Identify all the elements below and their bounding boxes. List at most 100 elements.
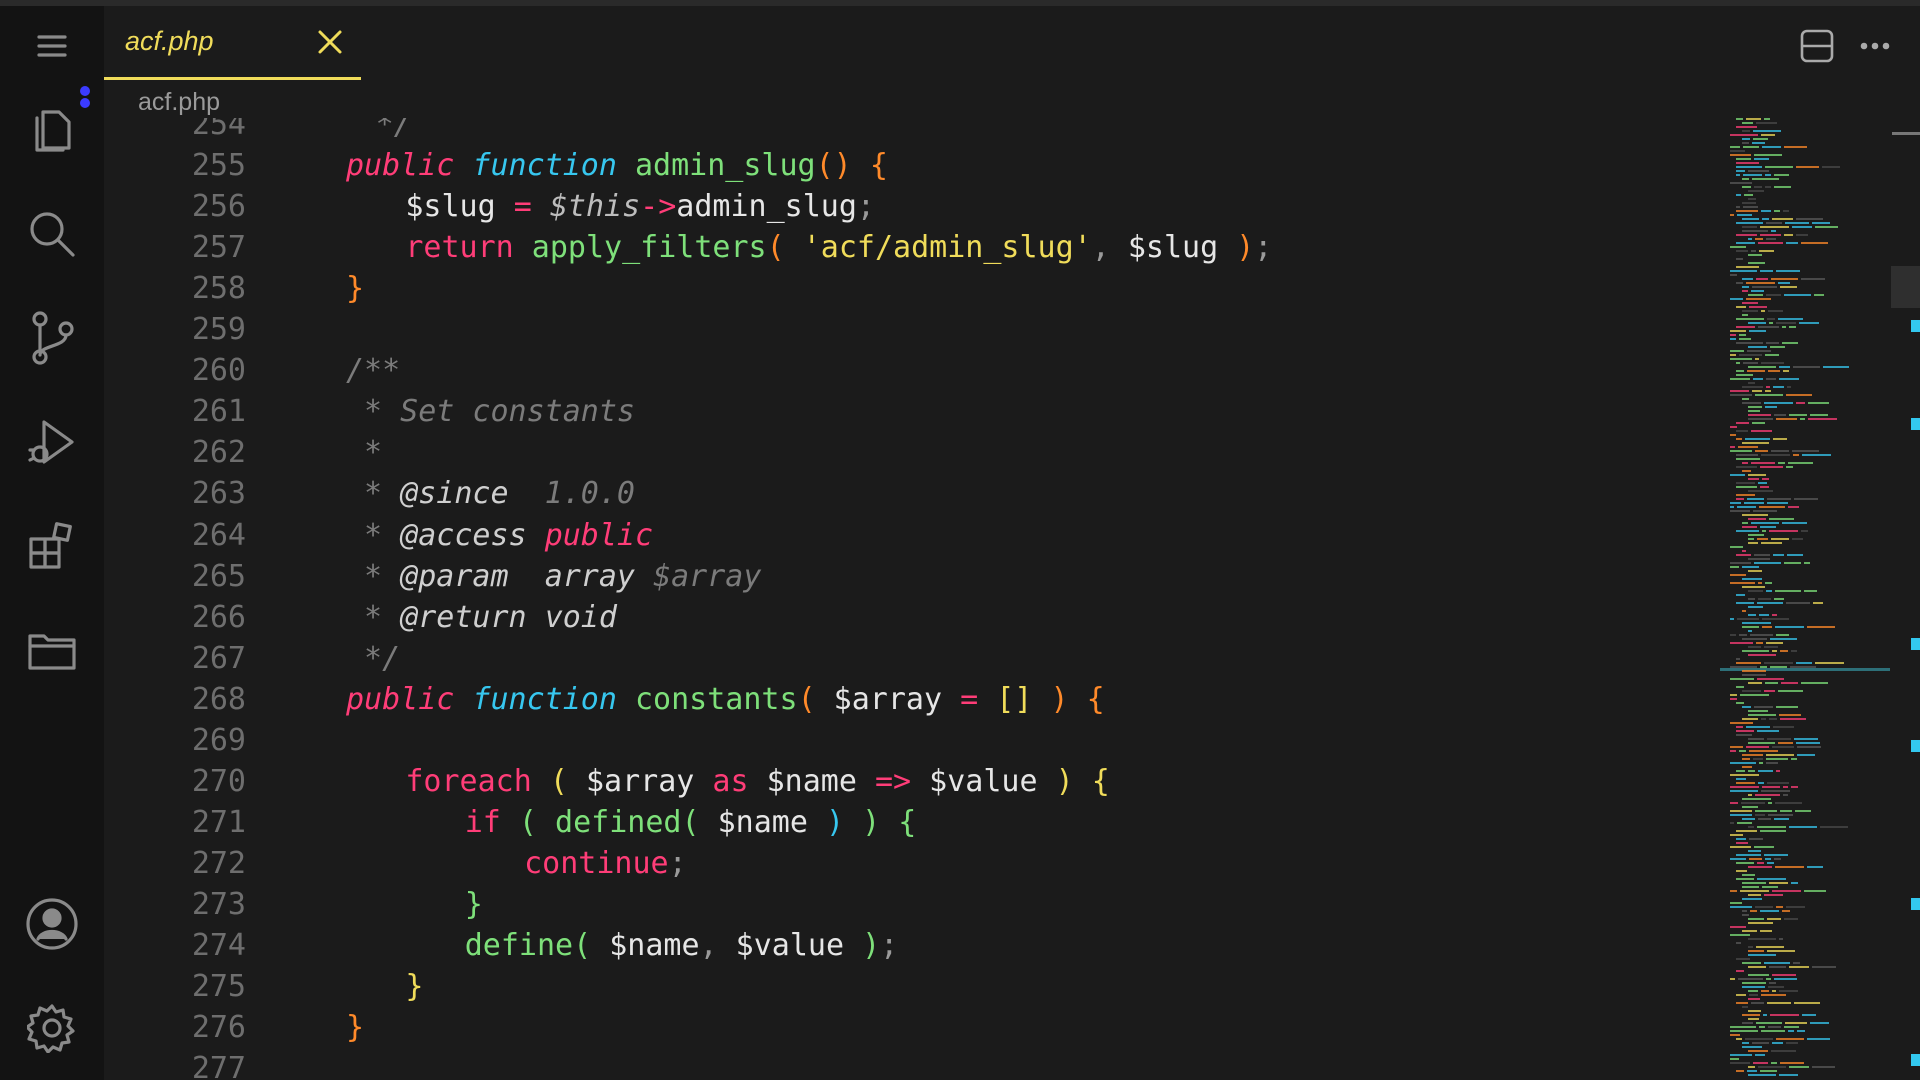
minimap-token xyxy=(1791,650,1797,652)
minimap-token xyxy=(1775,626,1804,628)
run-debug-icon[interactable] xyxy=(22,412,82,472)
minimap-token xyxy=(1765,406,1777,408)
code-line[interactable]: 265 * @param array $array xyxy=(104,556,1720,597)
minimap-token xyxy=(1748,406,1762,408)
code-line[interactable]: 260 /** xyxy=(104,350,1720,391)
code-token: admin_slug xyxy=(676,189,857,225)
gear-icon[interactable] xyxy=(22,998,82,1058)
minimap-token xyxy=(1766,642,1783,644)
code-editor[interactable]: 254 */255 public function admin_slug() {25… xyxy=(104,118,1720,1080)
folder-icon[interactable] xyxy=(22,620,82,680)
minimap-token xyxy=(1757,826,1786,828)
code-line[interactable]: 275} xyxy=(104,966,1720,1007)
minimap-token xyxy=(1742,718,1758,720)
minimap-token xyxy=(1742,230,1768,232)
minimap-token xyxy=(1773,726,1794,728)
minimap-token xyxy=(1730,618,1734,620)
code-token: } xyxy=(405,969,424,1005)
minimap-token xyxy=(1736,466,1757,468)
code-line[interactable]: 256 $slug = $this->admin_slug; xyxy=(104,186,1720,227)
line-number: 260 xyxy=(191,353,246,389)
code-line[interactable]: 277 xyxy=(104,1048,1720,1080)
search-icon[interactable] xyxy=(22,204,82,264)
minimap-token xyxy=(1755,394,1783,396)
scrollbar-thumb[interactable] xyxy=(1891,266,1920,308)
code-line[interactable]: 262 * xyxy=(104,432,1720,473)
code-token: => xyxy=(874,763,912,799)
split-editor-icon[interactable] xyxy=(1797,26,1837,66)
minimap-token xyxy=(1767,738,1791,740)
code-line[interactable]: 259 xyxy=(104,309,1720,350)
code-line[interactable]: 261 * Set constants xyxy=(104,391,1720,432)
minimap-token xyxy=(1742,706,1751,708)
minimap-token xyxy=(1748,490,1773,492)
code-line[interactable]: 254 */ xyxy=(104,118,1720,145)
minimap-token xyxy=(1792,226,1812,228)
more-actions-icon[interactable] xyxy=(1855,26,1895,66)
minimap-token xyxy=(1768,986,1784,988)
minimap-token xyxy=(1742,758,1750,760)
minimap-token xyxy=(1755,450,1768,452)
minimap-token xyxy=(1760,910,1779,912)
tab-acf-php[interactable]: acf.php xyxy=(104,6,361,80)
code-token: */ xyxy=(346,640,401,676)
minimap-token xyxy=(1769,882,1788,884)
code-line[interactable]: 266 * @return void xyxy=(104,597,1720,638)
minimap-token xyxy=(1730,834,1743,836)
code-line[interactable]: 274 define( $name, $value ); xyxy=(104,925,1720,966)
files-icon[interactable] xyxy=(22,100,82,160)
code-line[interactable]: 258} xyxy=(104,268,1720,309)
minimap-token xyxy=(1765,582,1772,584)
minimap-token xyxy=(1736,830,1757,832)
minimap-token xyxy=(1759,614,1769,616)
code-line[interactable]: 263 * @since 1.0.0 xyxy=(104,473,1720,514)
minimap-token xyxy=(1788,1030,1794,1032)
minimap-token xyxy=(1793,454,1799,456)
code-token: foreach xyxy=(405,763,532,799)
minimap-token xyxy=(1730,1026,1756,1028)
code-token: { xyxy=(898,804,917,840)
code-line[interactable]: 269 xyxy=(104,720,1720,761)
minimap-token xyxy=(1761,454,1790,456)
extensions-icon[interactable] xyxy=(22,516,82,576)
minimap-token xyxy=(1730,394,1752,396)
code-line[interactable]: 272 continue; xyxy=(104,843,1720,884)
code-token: { xyxy=(1091,763,1110,799)
minimap-token xyxy=(1730,214,1734,216)
minimap-token xyxy=(1730,350,1744,352)
minimap-token xyxy=(1758,818,1771,820)
vertical-scrollbar[interactable] xyxy=(1896,118,1920,1080)
minimap-token xyxy=(1744,194,1753,196)
code-line[interactable]: 271 if ( defined( $name ) ) { xyxy=(104,802,1720,843)
code-line[interactable]: 268 public function constants( $array = [… xyxy=(104,679,1720,720)
minimap-token xyxy=(1748,518,1766,520)
account-icon[interactable] xyxy=(22,894,82,954)
code-token: $name xyxy=(699,804,826,840)
code-line[interactable]: 267 */ xyxy=(104,638,1720,679)
minimap[interactable] xyxy=(1720,118,1896,1080)
close-icon[interactable] xyxy=(314,26,346,58)
code-line[interactable]: 255 public function admin_slug() { xyxy=(104,145,1720,186)
minimap-token xyxy=(1742,1006,1748,1008)
code-line[interactable]: 257 return apply_filters( 'acf/admin_slug… xyxy=(104,227,1720,268)
source-control-icon[interactable] xyxy=(22,308,82,368)
code-line[interactable]: 276} xyxy=(104,1007,1720,1048)
code-text: } xyxy=(346,268,364,309)
breadcrumb[interactable]: acf.php xyxy=(138,88,220,117)
code-line[interactable]: 273} xyxy=(104,884,1720,925)
minimap-token xyxy=(1742,650,1769,652)
minimap-token xyxy=(1774,186,1791,188)
minimap-token xyxy=(1752,390,1762,392)
minimap-token xyxy=(1767,862,1774,864)
minimap-token xyxy=(1749,858,1762,860)
minimap-token xyxy=(1748,710,1768,712)
minimap-token xyxy=(1742,1042,1749,1044)
minimap-token xyxy=(1749,838,1763,840)
hamburger-icon[interactable] xyxy=(22,16,82,76)
minimap-token xyxy=(1761,362,1784,364)
minimap-token xyxy=(1769,966,1786,968)
code-line[interactable]: 270 foreach ( $array as $name => $value )… xyxy=(104,761,1720,802)
code-line[interactable]: 264 * @access public xyxy=(104,515,1720,556)
